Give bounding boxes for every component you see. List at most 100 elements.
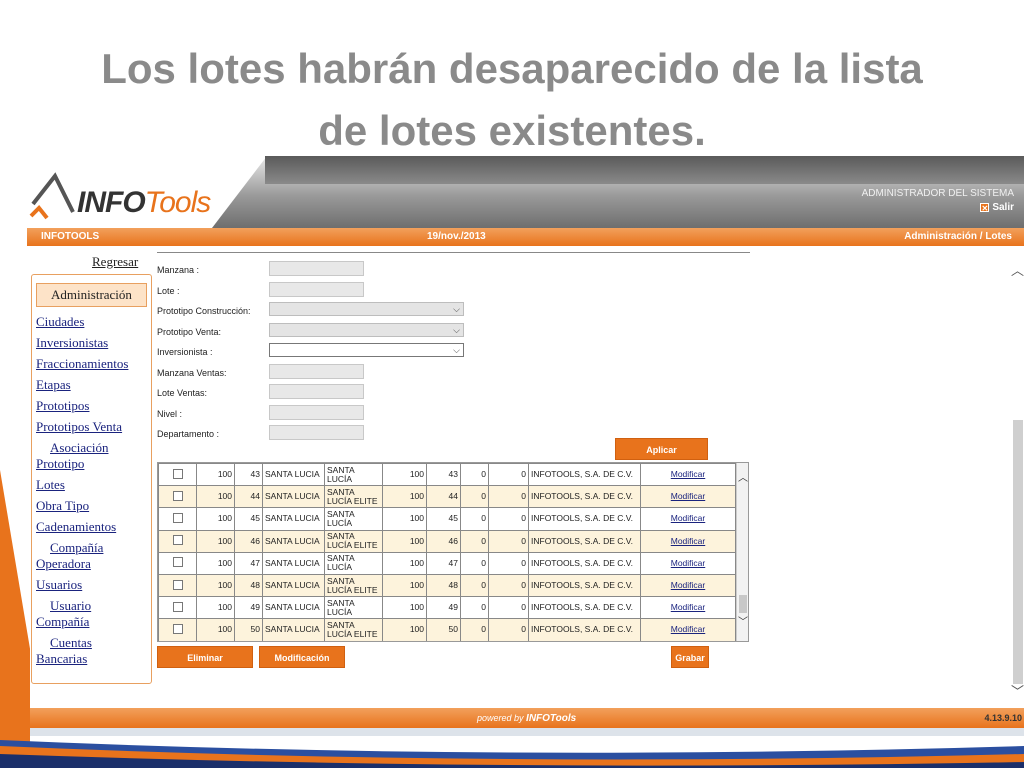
- page-scroll-thumb[interactable]: [1013, 420, 1023, 684]
- row-checkbox[interactable]: [172, 623, 183, 634]
- row-checkbox[interactable]: [172, 601, 183, 612]
- chevron-down-icon: ⌵: [453, 304, 460, 314]
- modificar-link[interactable]: Modificar: [671, 536, 705, 546]
- table-cell: 0: [488, 529, 529, 553]
- inversionista-label: Inversionista :: [157, 347, 213, 357]
- app-window: INFOTools ADMINISTRADOR DEL SISTEMA ✕ Sa…: [27, 156, 1024, 736]
- sidebar-item-asociacion-prototipo[interactable]: Asociación Prototipo: [32, 439, 151, 476]
- prototipo-construccion-label: Prototipo Construcción:: [157, 306, 251, 316]
- modificar-link[interactable]: Modificar: [671, 513, 705, 523]
- modificar-cell: Modificar: [640, 507, 736, 531]
- sidebar-item-fraccionamientos[interactable]: Fraccionamientos: [32, 355, 151, 376]
- row-checkbox[interactable]: [172, 490, 183, 501]
- sidebar-item-cadenamientos[interactable]: Cadenamientos: [32, 518, 151, 539]
- form-row-prototipo-construccion: Prototipo Construcción: ⌵: [157, 301, 757, 322]
- table-cell: 100: [382, 507, 427, 531]
- sidebar-item-lotes[interactable]: Lotes: [32, 476, 151, 497]
- modificar-link[interactable]: Modificar: [671, 558, 705, 568]
- infotools-logo: INFOTools: [29, 164, 229, 222]
- page-scrollbar[interactable]: ︿ ﹀: [1010, 260, 1024, 700]
- sidebar-item-cuentas-bancarias[interactable]: Cuentas Bancarias: [32, 634, 151, 671]
- table-cell: SANTA LUCIA: [262, 618, 325, 641]
- table-cell: INFOTOOLS, S.A. DE C.V.: [528, 529, 641, 553]
- form-row-inversionista: Inversionista : ⌵: [157, 342, 757, 363]
- modificar-link[interactable]: Modificar: [671, 469, 705, 479]
- grabar-button[interactable]: Grabar: [671, 646, 709, 668]
- modificar-link[interactable]: Modificar: [671, 602, 705, 612]
- decorative-swoosh-bottom: [0, 740, 1024, 768]
- app-footer: powered by INFOTools 4.13.9.10: [27, 708, 1024, 728]
- grid-scrollbar[interactable]: ︿ ﹀: [736, 463, 748, 641]
- prototipo-venta-select[interactable]: ⌵: [269, 322, 464, 337]
- table-cell: 46: [234, 529, 263, 553]
- row-select-cell: [158, 463, 197, 487]
- chevron-down-icon: ⌵: [453, 324, 460, 335]
- sidebar-item-etapas[interactable]: Etapas: [32, 376, 151, 397]
- prototipo-construccion-select[interactable]: ⌵: [269, 302, 464, 316]
- grid-scroll-thumb[interactable]: [739, 595, 747, 613]
- nivel-input[interactable]: [269, 404, 364, 420]
- table-cell: 44: [426, 485, 461, 509]
- lotes-grid: 100 43 SANTA LUCIA SANTA LUCÍA 100 43 0 0 INFOTO…: [157, 462, 749, 642]
- inversionista-select[interactable]: ⌵: [269, 343, 464, 357]
- lote-input[interactable]: [269, 281, 364, 297]
- departamento-input[interactable]: [269, 425, 364, 440]
- table-cell: 100: [196, 507, 235, 531]
- lote-ventas-input[interactable]: [269, 384, 364, 399]
- form-row-lote: Lote :: [157, 281, 757, 302]
- app-name: INFOTOOLS: [41, 231, 100, 242]
- table-cell: 0: [460, 596, 489, 620]
- logo-tools: Tools: [144, 186, 212, 219]
- sidebar-item-usuario-compania[interactable]: Usuario Compañía: [32, 597, 151, 634]
- aplicar-modificaciones-button[interactable]: Aplicar Modificaciones: [615, 438, 708, 477]
- row-checkbox[interactable]: [172, 535, 183, 546]
- row-select-cell: [158, 551, 197, 575]
- lote-form: Manzana : Lote : Prototipo Construcción:…: [157, 260, 757, 445]
- sidebar-section-administracion[interactable]: Administración: [36, 283, 147, 307]
- eliminar-seleccionados-button[interactable]: Eliminar Seleccionados: [157, 646, 253, 685]
- row-checkbox[interactable]: [172, 512, 183, 523]
- top-divider: [157, 252, 750, 253]
- table-cell: 50: [234, 618, 263, 641]
- chevron-down-icon[interactable]: ﹀: [738, 617, 748, 629]
- table-cell: SANTA LUCÍA: [324, 551, 383, 575]
- table-cell: 100: [382, 463, 427, 487]
- sidebar-item-usuarios[interactable]: Usuarios: [32, 576, 151, 597]
- modificacion-masiva-button[interactable]: Modificación Masiva: [259, 646, 345, 685]
- modificar-link[interactable]: Modificar: [671, 491, 705, 501]
- sidebar-item-compania-operadora[interactable]: Compañía Operadora: [32, 539, 151, 576]
- sidebar-item-prototipos-venta[interactable]: Prototipos Venta: [32, 418, 151, 439]
- table-cell: 0: [488, 485, 529, 509]
- modificar-cell: Modificar: [640, 529, 736, 553]
- manzana-input[interactable]: [269, 261, 364, 276]
- form-row-nivel: Nivel :: [157, 404, 757, 425]
- slide: Los lotes habrán desaparecido de la list…: [0, 0, 1024, 768]
- table-cell: 48: [426, 573, 461, 598]
- table-cell: 0: [488, 596, 529, 620]
- manzana-ventas-input[interactable]: [269, 363, 364, 379]
- form-row-manzana: Manzana :: [157, 260, 757, 281]
- table-cell: 49: [234, 596, 263, 620]
- chevron-up-icon[interactable]: ︿: [1011, 260, 1024, 279]
- powered-by: powered by INFOTools: [477, 713, 577, 724]
- modificar-link[interactable]: Modificar: [671, 580, 705, 590]
- modificar-link[interactable]: Modificar: [671, 624, 705, 634]
- slide-title-line2: de lotes existentes.: [318, 107, 706, 154]
- chevron-up-icon[interactable]: ︿: [738, 473, 748, 485]
- sidebar-item-inversionistas[interactable]: Inversionistas: [32, 334, 151, 355]
- sidebar-item-prototipos[interactable]: Prototipos: [32, 397, 151, 418]
- table-cell: 47: [426, 551, 461, 575]
- row-checkbox[interactable]: [172, 579, 183, 590]
- table-cell: 100: [196, 463, 235, 487]
- regresar-link[interactable]: Regresar: [92, 254, 138, 270]
- row-checkbox[interactable]: [172, 468, 183, 479]
- form-row-lote-ventas: Lote Ventas:: [157, 383, 757, 404]
- table-cell: SANTA LUCIA: [262, 507, 325, 531]
- sidebar-item-ciudades[interactable]: Ciudades: [32, 313, 151, 334]
- row-select-cell: [158, 596, 197, 620]
- salir-link[interactable]: ✕ Salir: [980, 202, 1014, 213]
- table-row: 100 43 SANTA LUCIA SANTA LUCÍA 100 43 0 0 INFOTO…: [158, 463, 736, 487]
- chevron-down-icon[interactable]: ﹀: [1011, 681, 1024, 700]
- sidebar-item-obra-tipo[interactable]: Obra Tipo: [32, 497, 151, 518]
- row-checkbox[interactable]: [172, 557, 183, 568]
